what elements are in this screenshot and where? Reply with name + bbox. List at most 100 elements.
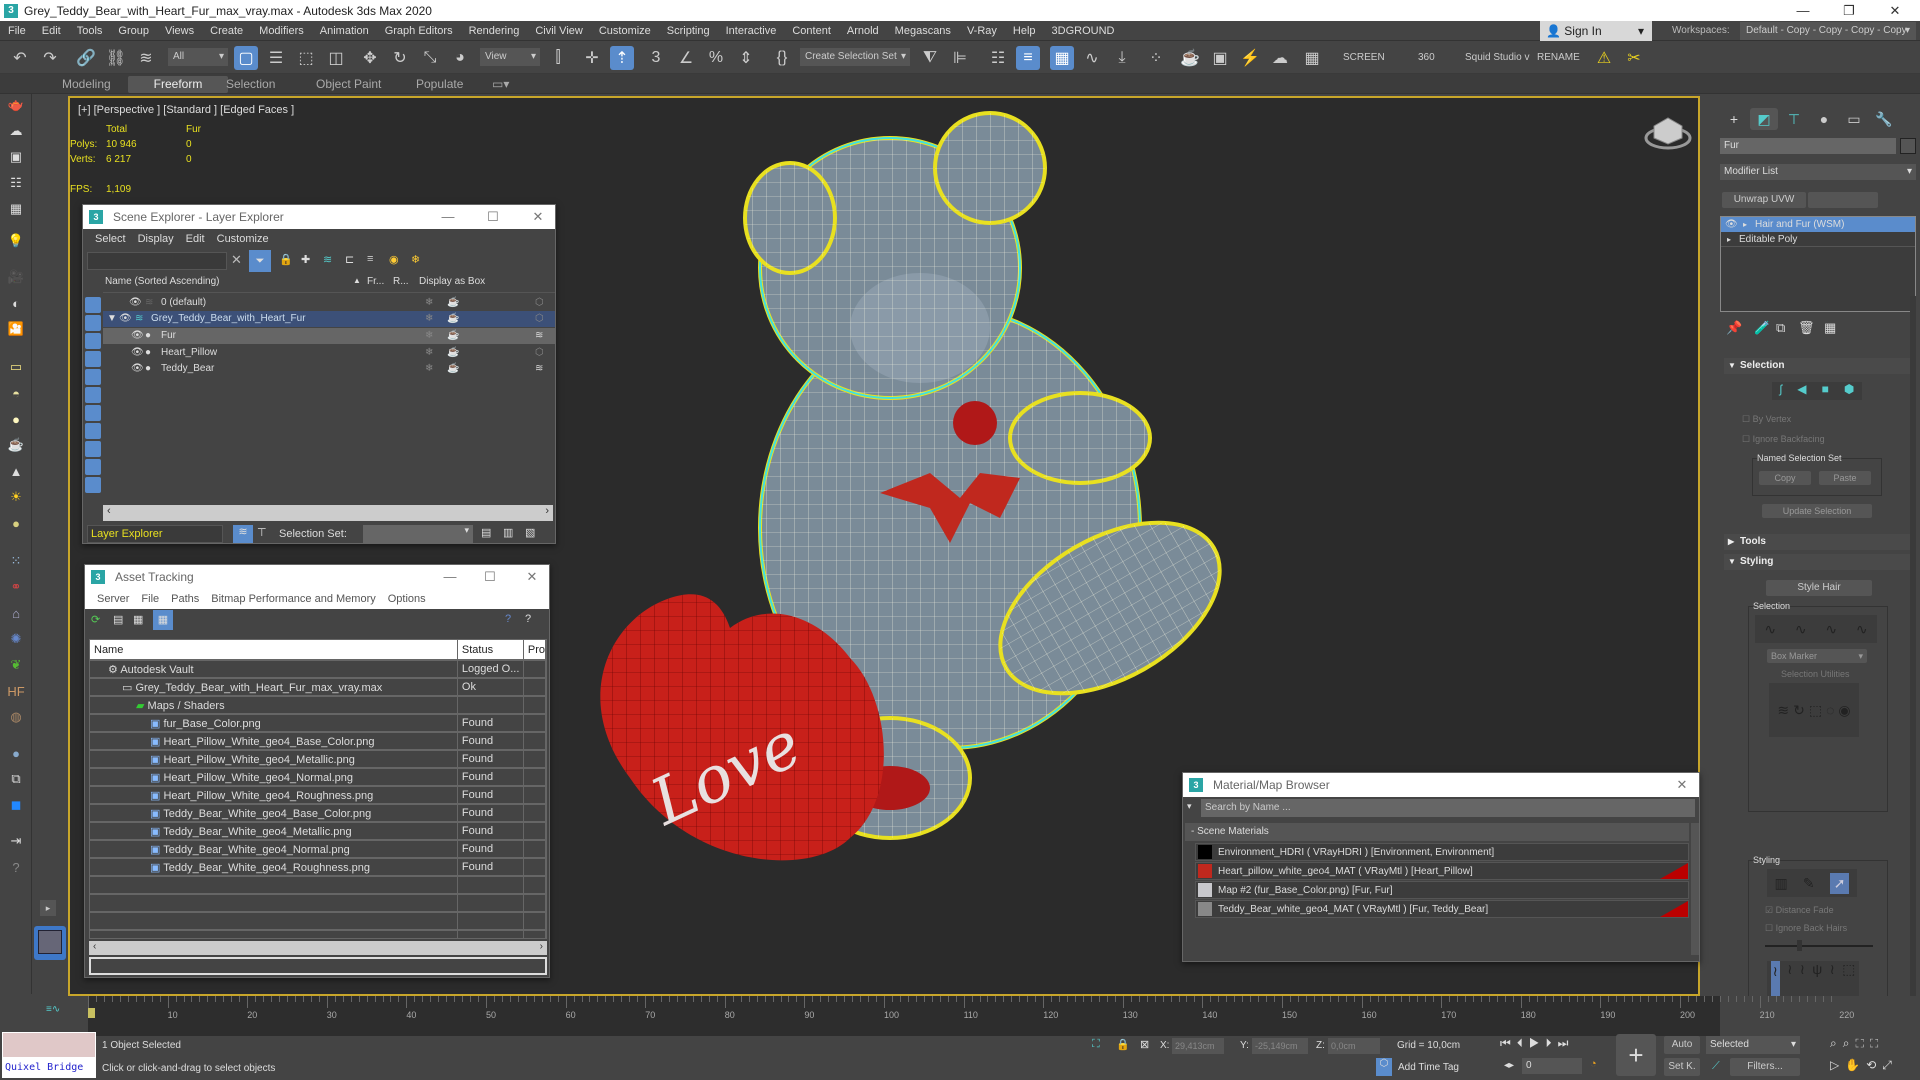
selection-lock-icon[interactable]: 🔒 [1116,1038,1130,1051]
box-icon[interactable]: ⬡ [535,311,544,327]
material-browser-titlebar[interactable]: 3 Material/Map Browser ✕ [1183,773,1699,797]
script-button-screen[interactable]: SCREEN [1343,52,1385,63]
layer-explorer-icon[interactable]: ≡ [1016,46,1040,70]
menu-interactive[interactable]: Interactive [718,21,785,41]
visibility-icon[interactable]: 👁 [129,295,142,311]
ambient-light-icon[interactable]: ● [5,512,27,534]
asset-row[interactable]: ▣ Heart_Pillow_White_geo4_Base_Color.png… [90,732,546,751]
material-search-input[interactable]: Search by Name ... [1201,799,1695,817]
add-to-layer-icon[interactable]: ≋ [323,253,332,266]
render-teapot-icon[interactable]: ☕ [447,361,459,377]
paste-button[interactable]: Paste [1819,471,1871,485]
spinner-snap-icon[interactable]: ⇕ [734,46,758,70]
select-tool-icon[interactable]: ➚ [1829,872,1850,894]
make-unique-icon[interactable]: ⧉ [1776,320,1785,336]
face-icon[interactable]: ◀ [1797,382,1806,400]
maximize-button[interactable]: ☐ [478,205,508,229]
y-coordinate-field[interactable]: -25,149cm [1252,1038,1308,1054]
schematic-view-icon[interactable]: ⁘ [1144,46,1168,70]
brush-size-slider[interactable] [1765,940,1873,951]
keyboard-shortcut-override-icon[interactable]: ⇡ [610,46,634,70]
close-button[interactable]: ✕ [523,205,553,229]
rollout-selection[interactable]: ▼ Selection [1724,358,1910,374]
maxscript-listener-pink[interactable] [2,1032,96,1058]
select-vertices-icon[interactable]: ∿ [1825,621,1837,638]
configure-modifier-sets-icon[interactable]: ▦ [1824,320,1836,336]
select-object-icon[interactable]: ▢ [234,46,258,70]
dome-light-icon[interactable]: ◓ [5,382,27,404]
refresh-icon[interactable]: ⟳ [91,613,100,626]
menu-edit[interactable]: Edit [34,21,69,41]
layer-row[interactable]: 👁 ≋ 0 (default) ❄ ☕ ⬡ [103,295,555,311]
column-name[interactable]: Name (Sorted Ascending) [105,276,220,287]
help-icon[interactable]: ? [5,856,27,878]
molecule-icon[interactable]: ⚭ [5,576,27,598]
lock-icon[interactable]: 🔒 [279,253,293,266]
workspaces-select[interactable]: Default - Copy - Copy - Copy - Copy ▾ [1740,22,1916,40]
style-hair-button[interactable]: Style Hair [1766,580,1872,596]
slider-thumb[interactable] [1797,940,1803,951]
menu-scripting[interactable]: Scripting [659,21,718,41]
asset-row[interactable]: ▣ Heart_Pillow_White_geo4_Metallic.png Fo… [90,750,546,769]
named-selection-set-dropdown[interactable]: Create Selection Set ▾ [800,48,910,66]
zoom-extents-icon[interactable]: ⛶ [1855,1036,1869,1050]
render-cloud-icon[interactable]: ☁ [1268,46,1292,70]
proxy-icon[interactable]: ⁙ [5,550,27,572]
list-icon[interactable]: ☷ [5,172,27,194]
viewport-label[interactable]: [+] [Perspective ] [Standard ] [Edged Fa… [78,104,294,116]
modify-tab-icon[interactable]: ◩ [1750,108,1778,130]
minimize-button[interactable]: — [1780,0,1826,21]
angle-snap-icon[interactable]: ∠ [674,46,698,70]
cloud-icon[interactable]: ☁ [5,120,27,142]
tab-object-paint[interactable]: Object Paint [304,76,393,93]
menu-options[interactable]: Options [382,593,432,605]
object-color-swatch[interactable] [1900,138,1916,154]
rollout-tools[interactable]: ▶ Tools [1724,534,1910,550]
menu-civil-view[interactable]: Civil View [527,21,590,41]
percent-snap-icon[interactable]: % [704,46,728,70]
asset-row[interactable]: ▭ Grey_Teddy_Bear_with_Heart_Fur_max_vra… [90,678,546,697]
layers-icon[interactable]: ≋ [233,525,253,543]
select-hair-ends-icon[interactable]: ∿ [1764,621,1776,638]
selection-filter-dropdown[interactable]: All ▾ [168,48,228,66]
exporter-icon[interactable]: ⇥ [5,830,27,852]
filter-icon[interactable]: ⏷ [249,250,271,272]
menu-graph-editors[interactable]: Graph Editors [377,21,461,41]
asset-row[interactable]: ▣ Teddy_Bear_White_geo4_Normal.png Found [90,840,546,859]
object-name-input[interactable]: Fur [1720,138,1896,154]
box-icon[interactable]: ⬡ [535,295,544,311]
hierarchy-icon[interactable]: ⊤ [257,526,267,539]
layers-stack-icon[interactable]: ≋ [535,328,543,344]
freeze-icon[interactable]: ❄ [425,361,433,377]
hierarchy-icon[interactable]: ⊏ [345,253,354,266]
scene-explorer-titlebar[interactable]: 3 Scene Explorer - Layer Explorer — ☐ ✕ [83,205,555,229]
auto-key-button[interactable]: Auto [1664,1036,1700,1054]
freeze-layer-icon[interactable]: ❄ [411,253,420,266]
edit-named-selection-icon[interactable]: {} [770,46,794,70]
minimize-button[interactable]: — [433,205,463,229]
menu-arnold[interactable]: Arnold [839,21,887,41]
render-setup-icon[interactable]: ☕ [1178,46,1202,70]
display-xrefs-icon[interactable] [85,423,101,439]
menu-rendering[interactable]: Rendering [461,21,528,41]
freeze-icon[interactable]: ❄ [425,328,433,344]
menu-animation[interactable]: Animation [312,21,377,41]
menu-help[interactable]: Help [1005,21,1044,41]
table-view-icon[interactable]: ▦ [153,610,173,630]
object-row[interactable]: 👁 ● Heart_Pillow ❄ ☕ ⬡ [103,345,555,361]
script-button-360[interactable]: 360 [1418,52,1435,63]
current-frame-spinner[interactable]: 0 [1522,1058,1582,1074]
motion-tab-icon[interactable]: ● [1810,108,1838,130]
asset-row[interactable]: ▣ Teddy_Bear_White_geo4_Base_Color.png Fo… [90,804,546,823]
update-selection-button[interactable]: Update Selection [1762,504,1872,518]
select-by-name-icon[interactable]: ☰ [264,46,288,70]
close-button[interactable]: ✕ [1667,773,1697,797]
render-frame-icon[interactable]: ▣ [5,146,27,168]
set-key-icon[interactable]: + [1616,1034,1656,1076]
scene-explorer-search-input[interactable] [87,252,227,270]
isolate-selection-icon[interactable]: ⛶ [1092,1038,1100,1051]
menu-create[interactable]: Create [202,21,251,41]
menu-customize[interactable]: Customize [591,21,659,41]
selection-set-dropdown[interactable]: ▾ [363,525,473,543]
render-teapot-icon[interactable]: ☕ [447,295,459,311]
